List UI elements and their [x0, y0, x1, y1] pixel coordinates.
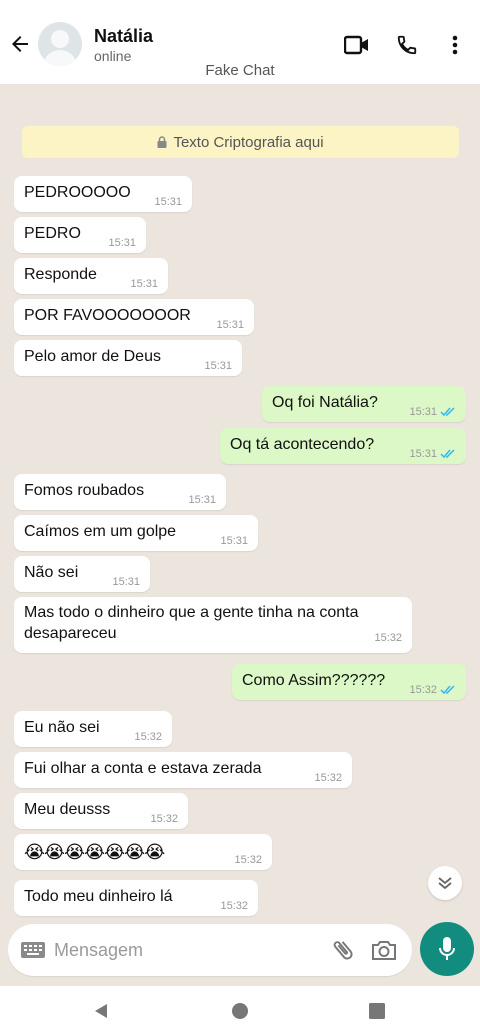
- message-bubble[interactable]: Oq tá acontecendo? 15:31: [220, 428, 466, 464]
- nav-recents-icon[interactable]: [364, 998, 390, 1024]
- avatar[interactable]: [38, 22, 82, 66]
- message-time: 15:31: [220, 535, 248, 547]
- message-time: 15:32: [314, 772, 342, 784]
- message-text: Pelo amor de Deus: [24, 348, 161, 365]
- message-text: Oq tá acontecendo?: [230, 436, 375, 453]
- message-time-status: 15:32: [409, 684, 456, 696]
- message-time: 15:31: [108, 237, 136, 249]
- message-time: 15:31: [130, 278, 158, 290]
- message-text: Caímos em um golpe: [24, 523, 177, 540]
- message-bubble[interactable]: Fui olhar a conta e estava zerada 15:32: [14, 752, 352, 788]
- message-bubble[interactable]: Oq foi Natália? 15:31: [262, 386, 466, 422]
- lock-icon: [157, 136, 167, 148]
- chat-header: Natália online Fake Chat: [0, 0, 480, 84]
- more-options-icon[interactable]: [442, 32, 468, 58]
- double-check-icon: [440, 407, 455, 417]
- encryption-banner: Texto Criptografia aqui: [22, 126, 459, 158]
- nav-home-icon[interactable]: [227, 998, 253, 1024]
- message-bubble[interactable]: Mas todo o dinheiro que a gente tinha na…: [14, 597, 412, 653]
- message-bubble[interactable]: Eu não sei 15:32: [14, 711, 172, 747]
- message-bubble[interactable]: 😭😭😭😭😭😭😭 15:32: [14, 834, 272, 870]
- message-time: 15:32: [374, 632, 402, 644]
- message-text: PEDRO: [24, 225, 81, 242]
- attach-icon[interactable]: [330, 937, 356, 963]
- message-text: 😭😭😭😭😭😭😭: [24, 842, 165, 862]
- message-text: Não sei: [24, 564, 79, 581]
- double-chevron-down-icon: [438, 877, 452, 889]
- message-bubble[interactable]: Não sei 15:31: [14, 556, 150, 592]
- message-input-bar: [8, 924, 412, 976]
- message-bubble[interactable]: PEDROOOOO 15:31: [14, 176, 192, 212]
- message-time: 15:31: [216, 319, 244, 331]
- message-time: 15:31: [188, 494, 216, 506]
- message-text: Como Assim??????: [242, 672, 386, 689]
- message-bubble[interactable]: Pelo amor de Deus 15:31: [14, 340, 242, 376]
- message-input[interactable]: [54, 936, 314, 964]
- message-time: 15:31: [409, 406, 437, 418]
- microphone-icon: [439, 937, 455, 960]
- message-text: Mas todo o dinheiro que a gente tinha na…: [24, 604, 359, 642]
- message-bubble[interactable]: Caímos em um golpe 15:31: [14, 515, 258, 551]
- message-time: 15:31: [154, 196, 182, 208]
- scroll-down-button[interactable]: [428, 866, 462, 900]
- message-time-status: 15:31: [409, 406, 456, 418]
- camera-icon[interactable]: [370, 937, 398, 963]
- message-text: Meu deusss: [24, 801, 111, 818]
- video-call-icon[interactable]: [344, 32, 370, 58]
- encryption-banner-text: Texto Criptografia aqui: [173, 133, 324, 151]
- double-check-icon: [440, 685, 455, 695]
- message-time: 15:32: [409, 684, 437, 696]
- message-text: Responde: [24, 266, 97, 283]
- message-bubble[interactable]: Todo meu dinheiro lá 15:32: [14, 880, 258, 916]
- message-time: 15:32: [150, 813, 178, 825]
- message-bubble[interactable]: PEDRO 15:31: [14, 217, 146, 253]
- avatar-head-shape: [51, 30, 69, 48]
- message-text: Fui olhar a conta e estava zerada: [24, 760, 262, 777]
- double-check-icon: [440, 449, 455, 459]
- contact-name[interactable]: Natália: [94, 26, 153, 47]
- message-bubble[interactable]: Meu deusss 15:32: [14, 793, 188, 829]
- keyboard-icon[interactable]: [20, 939, 46, 961]
- chat-screen: Natália online Fake Chat Texto Criptogra…: [0, 0, 480, 1036]
- message-time-status: 15:31: [409, 448, 456, 460]
- message-time: 15:32: [134, 731, 162, 743]
- phone-icon[interactable]: [394, 32, 420, 58]
- message-time: 15:31: [409, 448, 437, 460]
- message-bubble[interactable]: Fomos roubados 15:31: [14, 474, 226, 510]
- message-time: 15:32: [234, 854, 262, 866]
- back-arrow-icon[interactable]: [6, 30, 34, 58]
- message-time: 15:31: [112, 576, 140, 588]
- message-text: POR FAVOOOOOOOR: [24, 307, 191, 324]
- message-time: 15:32: [220, 900, 248, 912]
- message-text: PEDROOOOO: [24, 184, 131, 201]
- message-text: Eu não sei: [24, 719, 100, 736]
- message-text: Todo meu dinheiro lá: [24, 888, 173, 905]
- message-bubble[interactable]: POR FAVOOOOOOOR 15:31: [14, 299, 254, 335]
- message-bubble[interactable]: Como Assim?????? 15:32: [232, 664, 466, 700]
- message-text: Oq foi Natália?: [272, 394, 378, 411]
- message-time: 15:31: [204, 360, 232, 372]
- message-bubble[interactable]: Responde 15:31: [14, 258, 168, 294]
- system-nav-bar: [0, 986, 480, 1036]
- message-text: Fomos roubados: [24, 482, 145, 499]
- nav-back-icon[interactable]: [88, 998, 114, 1024]
- app-title: Fake Chat: [205, 62, 275, 79]
- mic-button[interactable]: [420, 922, 474, 976]
